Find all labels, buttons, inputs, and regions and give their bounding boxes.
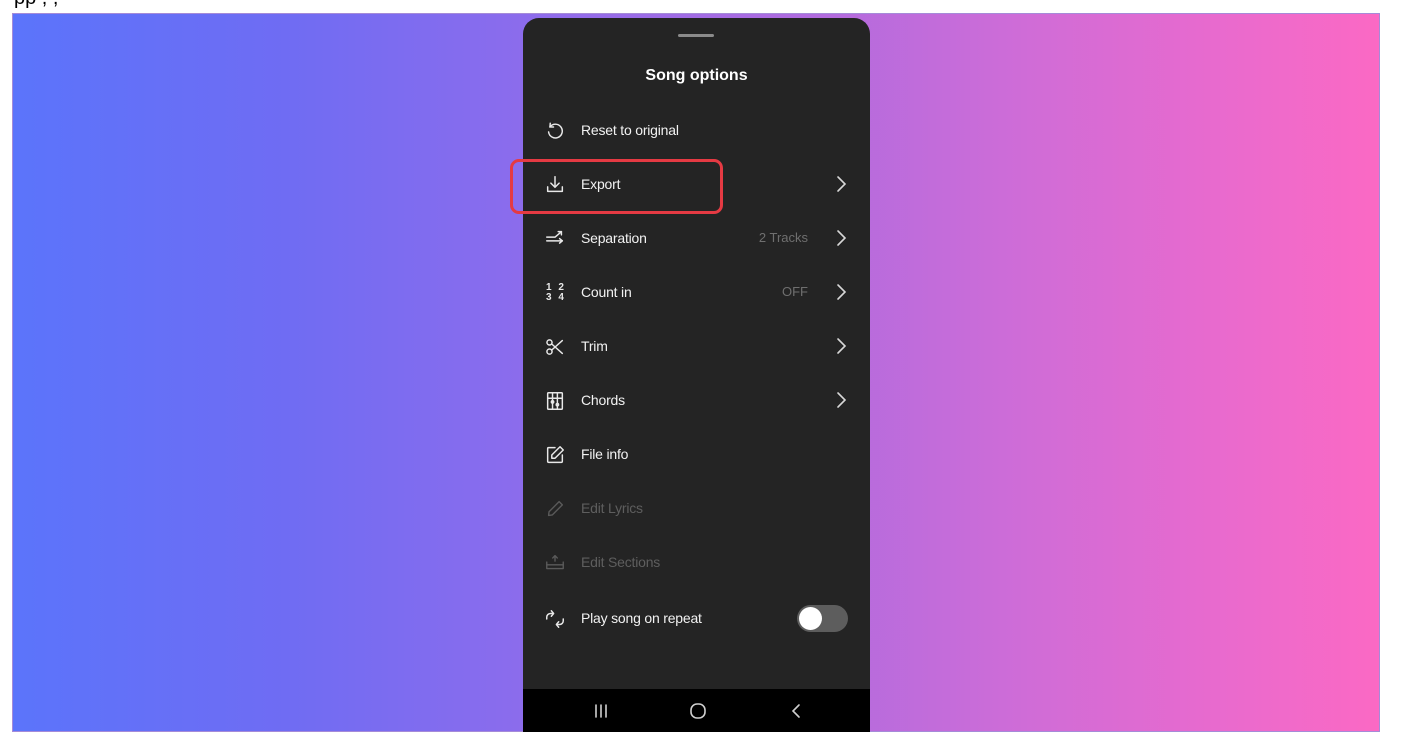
sheet-title: Song options — [645, 67, 748, 84]
toggle-knob — [799, 607, 822, 630]
menu-item-edit-sections: Edit Sections — [523, 536, 870, 590]
menu-label-separation: Separation — [581, 230, 647, 246]
menu-item-edit-lyrics: Edit Lyrics — [523, 482, 870, 536]
download-icon — [543, 173, 567, 197]
menu-item-count-in[interactable]: 1 2 3 4 Count in OFF — [523, 266, 870, 320]
chevron-right-icon — [834, 336, 848, 356]
repeat-toggle[interactable] — [797, 605, 848, 632]
separation-icon — [543, 227, 567, 251]
menu-item-chords[interactable]: Chords — [523, 374, 870, 428]
reset-icon — [543, 119, 567, 143]
menu-item-repeat[interactable]: Play song on repeat — [523, 592, 870, 646]
scissors-icon — [543, 335, 567, 359]
menu-item-trim[interactable]: Trim — [523, 320, 870, 374]
count-in-icon: 1 2 3 4 — [543, 281, 567, 305]
repeat-icon — [543, 607, 567, 631]
menu-label-repeat: Play song on repeat — [581, 610, 702, 626]
chevron-right-icon — [834, 174, 848, 194]
chevron-right-icon — [834, 228, 848, 248]
menu-label-export: Export — [581, 176, 621, 192]
separation-value: 2 Tracks — [758, 230, 808, 245]
back-icon[interactable] — [785, 700, 809, 722]
menu-label-edit-lyrics: Edit Lyrics — [581, 500, 643, 516]
home-icon[interactable] — [686, 700, 710, 722]
count-in-icon-bottom: 3 4 — [546, 292, 566, 303]
chevron-right-icon — [834, 282, 848, 302]
song-options-sheet: Song options Reset to original Export Se… — [523, 18, 870, 732]
count-in-value: OFF — [782, 284, 808, 299]
recents-icon[interactable] — [589, 700, 613, 722]
edit-square-icon — [543, 443, 567, 467]
menu-label-file-info: File info — [581, 446, 629, 462]
menu-item-separation[interactable]: Separation 2 Tracks — [523, 212, 870, 266]
menu-item-file-info[interactable]: File info — [523, 428, 870, 482]
system-nav-bar — [523, 689, 870, 732]
cropped-caption-strip: pp , , — [0, 0, 1410, 12]
chord-grid-icon — [543, 389, 567, 413]
menu-label-trim: Trim — [581, 338, 608, 354]
chevron-right-icon — [834, 390, 848, 410]
menu-label-chords: Chords — [581, 392, 625, 408]
sections-icon — [543, 551, 567, 575]
menu-item-reset[interactable]: Reset to original — [523, 104, 870, 158]
menu-label-reset: Reset to original — [581, 122, 679, 138]
cropped-caption: pp , , — [14, 0, 58, 8]
drag-handle[interactable] — [678, 34, 714, 37]
pencil-icon — [543, 497, 567, 521]
menu-label-count-in: Count in — [581, 284, 632, 300]
menu-label-edit-sections: Edit Sections — [581, 554, 661, 570]
menu-item-export[interactable]: Export — [523, 158, 870, 212]
